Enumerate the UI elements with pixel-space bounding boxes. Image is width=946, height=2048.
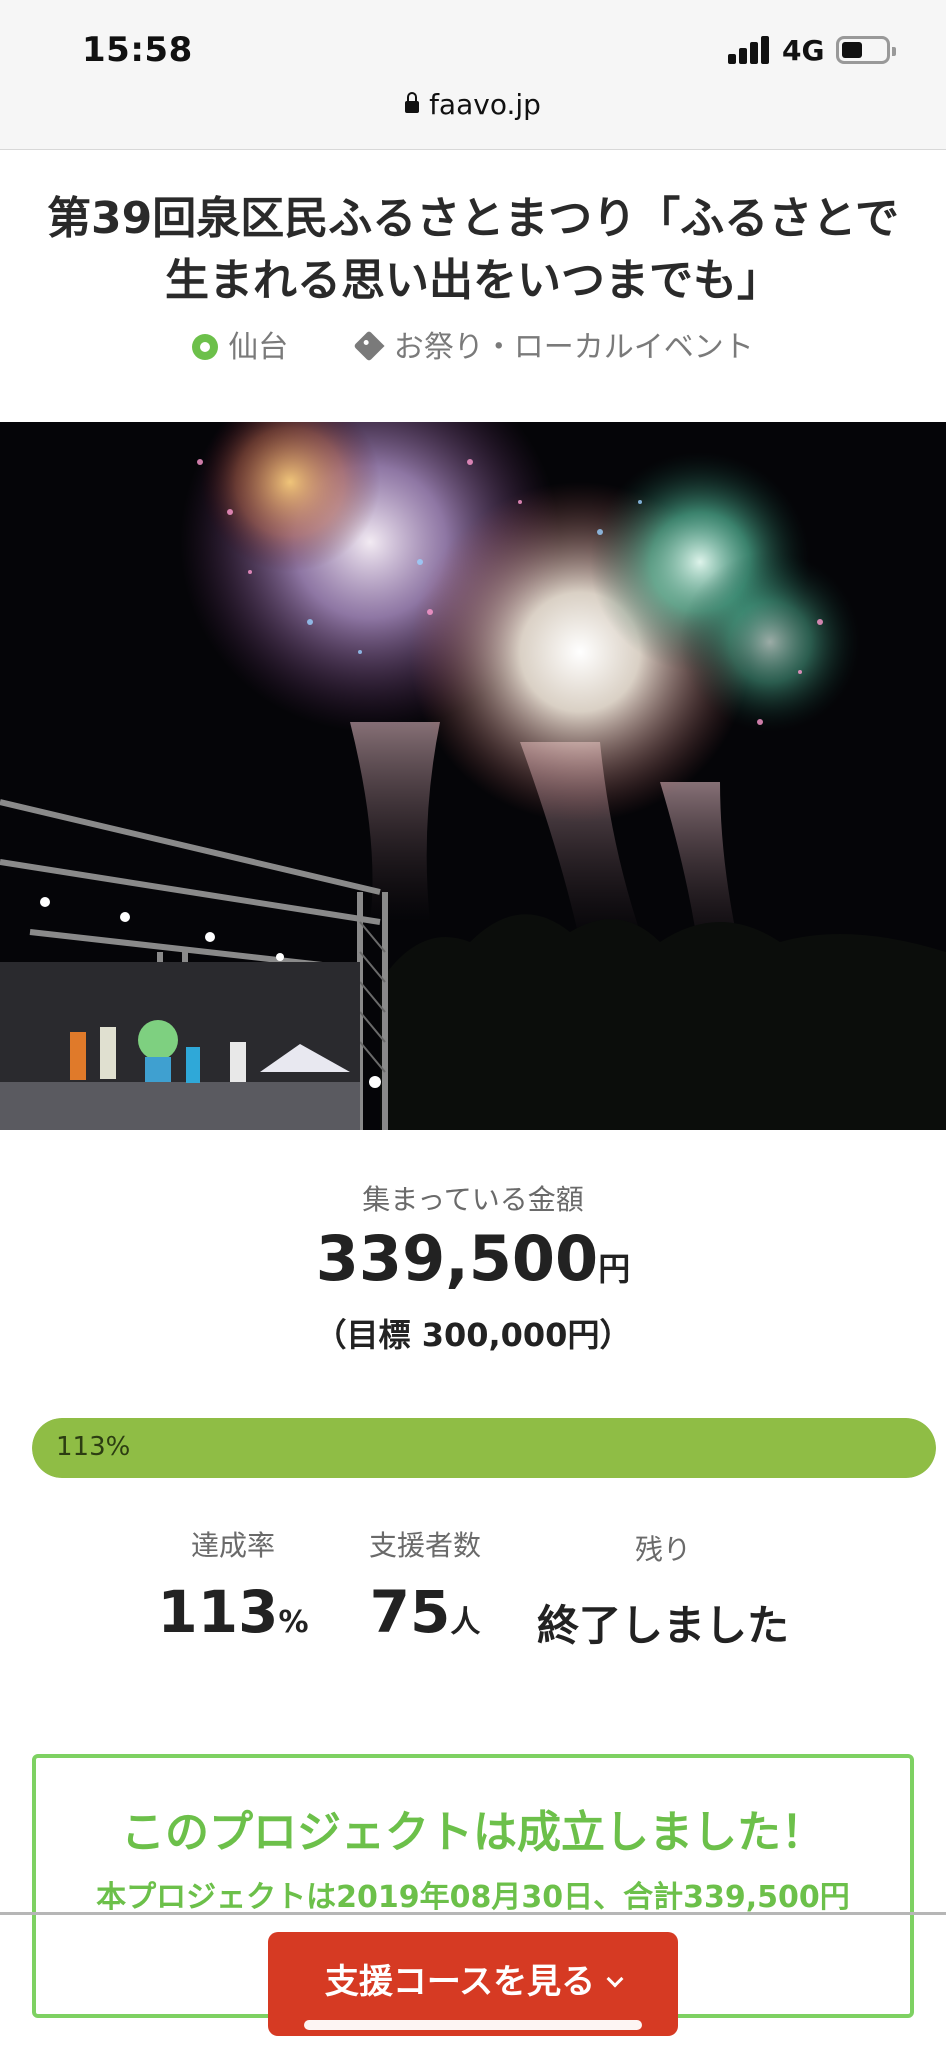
title-line-1: 第39回泉区民ふるさとまつり「ふるさとで: [47, 193, 899, 244]
home-indicator[interactable]: [304, 2020, 642, 2030]
success-heading: このプロジェクトは成立しました！: [121, 1807, 825, 1858]
signal-icon: [728, 34, 772, 64]
title-line-2: 生まれる思い出をいつまでも」: [165, 255, 781, 306]
project-title: 第39回泉区民ふるさとまつり「ふるさとで 生まれる思い出をいつまでも」: [30, 188, 916, 312]
address-bar[interactable]: faavo.jp: [0, 88, 946, 121]
raised-amount-number: 339,500: [315, 1222, 599, 1295]
stat-remaining-label: 残り: [634, 1533, 691, 1566]
lock-icon: [405, 92, 420, 113]
category-label: お祭り・ローカルイベント: [393, 330, 754, 365]
stat-rate-value: 113: [157, 1578, 279, 1646]
location-label: 仙台: [228, 330, 289, 365]
hero-image: [0, 422, 946, 1130]
stat-remaining-value: 終了しました: [536, 1601, 789, 1650]
status-time: 15:58: [82, 30, 193, 70]
progress-fill: [32, 1418, 936, 1478]
raised-amount: 339,500円: [0, 1222, 946, 1295]
stat-rate-label: 達成率: [190, 1529, 275, 1562]
stat-rate-unit: %: [278, 1605, 309, 1640]
stat-backers-unit: 人: [450, 1605, 481, 1640]
location-dot-icon: [192, 334, 219, 360]
raised-amount-unit: 円: [598, 1250, 631, 1288]
battery-icon: [836, 36, 896, 64]
stat-backers: 支援者数 75人: [345, 1524, 505, 1646]
chevron-down-icon: [606, 1970, 624, 1988]
stat-backers-value: 75: [369, 1578, 451, 1646]
network-type: 4G: [782, 34, 825, 67]
project-meta: 仙台 お祭り・ローカルイベント: [0, 322, 946, 366]
tag-icon: [353, 330, 385, 362]
progress-label: 113%: [56, 1432, 131, 1462]
location-link[interactable]: 仙台: [192, 322, 288, 366]
cta-label: 支援コースを見る: [324, 1962, 596, 2002]
progress-bar: 113%: [32, 1418, 936, 1478]
goal-amount: （目標 300,000円）: [314, 1316, 632, 1354]
category-link[interactable]: お祭り・ローカルイベント: [353, 322, 754, 366]
stat-rate: 達成率 113%: [148, 1524, 318, 1646]
sticky-footer-divider: [0, 1912, 946, 1915]
stat-remaining: 残り 終了しました: [530, 1524, 796, 1653]
browser-chrome: 15:58 4G faavo.jp: [0, 0, 946, 150]
raised-label: 集まっている金額: [362, 1183, 584, 1216]
success-subtext: 本プロジェクトは2019年08月30日、合計339,500円: [96, 1880, 850, 1915]
url-text: faavo.jp: [429, 88, 541, 121]
stat-backers-label: 支援者数: [368, 1529, 481, 1562]
